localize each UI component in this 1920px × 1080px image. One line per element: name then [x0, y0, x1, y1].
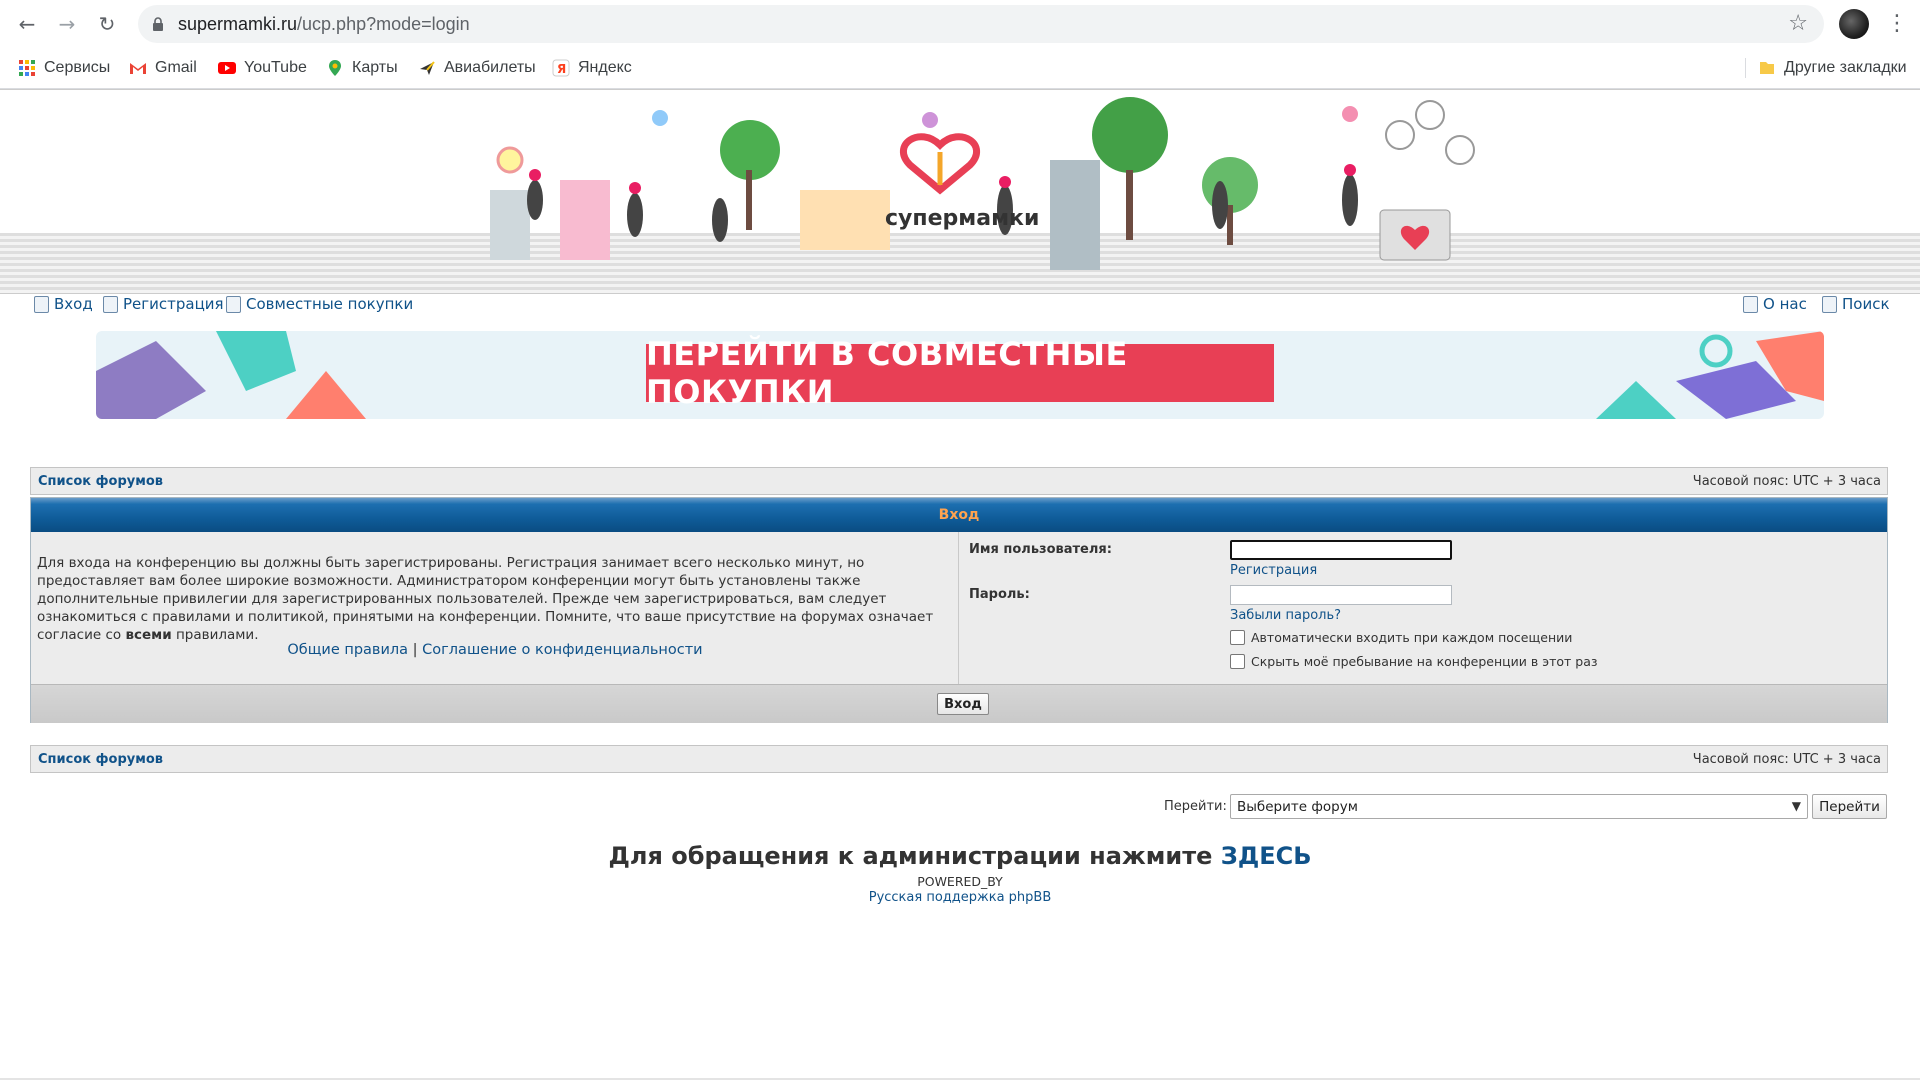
general-rules-link[interactable]: Общие правила — [287, 642, 408, 658]
login-icon — [34, 295, 49, 313]
bookmark-yandex[interactable]: Я Яндекс — [552, 56, 632, 80]
svg-text:супермамки: супермамки — [885, 206, 1039, 231]
privacy-link[interactable]: Соглашение о конфиденциальности — [422, 642, 702, 658]
username-input[interactable] — [1230, 540, 1452, 560]
search-icon — [1822, 295, 1837, 313]
forward-icon[interactable]: → — [54, 11, 80, 37]
apps-grid-icon — [19, 60, 35, 76]
lock-icon — [153, 17, 163, 31]
nav-search-link[interactable]: Поиск — [1822, 295, 1890, 313]
airplane-icon — [420, 61, 435, 75]
dollar-icon — [226, 295, 241, 313]
register-link[interactable]: Регистрация — [1230, 563, 1317, 578]
breadcrumb-forum-list[interactable]: Список форумов — [38, 474, 163, 489]
page: супермамки Вход Регистрация Совместные п… — [0, 89, 1920, 1080]
info-icon — [1743, 295, 1758, 313]
bookmark-other-folder[interactable]: Другие закладки — [1758, 56, 1907, 80]
bookmark-youtube[interactable]: YouTube — [218, 56, 307, 80]
timezone-text-bottom: Часовой пояс: UTC + 3 часа — [1692, 752, 1881, 767]
bookmark-gmail[interactable]: Gmail — [129, 56, 197, 80]
login-form-cell: Имя пользователя: Регистрация Пароль: За… — [959, 532, 1887, 684]
promo-group-buy-button[interactable]: ПЕРЕЙТИ В СОВМЕСТНЫЕ ПОКУПКИ — [646, 335, 1274, 411]
register-check-icon — [103, 295, 118, 313]
reload-icon[interactable]: ↻ — [94, 11, 120, 37]
back-icon[interactable]: ← — [14, 11, 40, 37]
contact-admin-link[interactable]: ЗДЕСЬ — [1221, 842, 1312, 870]
yandex-icon: Я — [552, 59, 570, 77]
bookmark-flights[interactable]: Авиабилеты — [418, 56, 536, 80]
bookmarks-bar: Сервисы Gmail YouTube Карты Авиабилеты Я — [0, 48, 1920, 89]
login-panel: Вход Для входа на конференцию вы должны … — [30, 497, 1888, 723]
jump-label: Перейти: — [1164, 799, 1227, 814]
maps-pin-icon — [329, 60, 341, 76]
address-bar[interactable]: supermamki.ru/ucp.php?mode=login ☆ — [138, 5, 1824, 43]
bookmark-services[interactable]: Сервисы — [18, 56, 110, 80]
login-intro-text: Для входа на конференцию вы должны быть … — [37, 555, 934, 643]
forgot-password-link[interactable]: Забыли пароль? — [1230, 608, 1341, 623]
bookmark-maps[interactable]: Карты — [326, 56, 398, 80]
jump-go-button[interactable]: Перейти — [1812, 794, 1887, 819]
browser-toolbar: ← → ↻ supermamki.ru/ucp.php?mode=login ☆… — [0, 0, 1920, 48]
login-intro-cell: Для входа на конференцию вы должны быть … — [31, 532, 959, 684]
login-panel-footer: Вход — [31, 684, 1887, 723]
password-input[interactable] — [1230, 585, 1452, 605]
timezone-text: Часовой пояс: UTC + 3 часа — [1692, 474, 1881, 489]
breadcrumb-bottom: Список форумов Часовой пояс: UTC + 3 час… — [30, 745, 1888, 773]
chevron-down-icon: ▼ — [1791, 799, 1801, 813]
contact-admin-text: Для обращения к администрации нажмите ЗД… — [608, 842, 1312, 870]
phpbb-support-link[interactable]: Русская поддержка phpBB — [0, 890, 1920, 905]
profile-avatar[interactable] — [1839, 9, 1869, 39]
hide-online-option[interactable]: Скрыть моё пребывание на конференции в э… — [1230, 654, 1598, 669]
site-header-banner[interactable]: супермамки — [0, 89, 1920, 294]
bookmark-star-icon[interactable]: ☆ — [1788, 11, 1808, 36]
banner-illustration: супермамки — [490, 97, 1475, 270]
folder-icon — [1760, 62, 1774, 74]
autologin-checkbox[interactable] — [1230, 630, 1245, 645]
url-text[interactable]: supermamki.ru/ucp.php?mode=login — [178, 14, 470, 35]
svg-text:Я: Я — [557, 62, 566, 76]
breadcrumb-forum-list-bottom[interactable]: Список форумов — [38, 752, 163, 767]
bookmarks-separator — [1745, 58, 1746, 78]
username-label: Имя пользователя: — [969, 542, 1112, 557]
rules-links: Общие правила | Соглашение о конфиденциа… — [287, 642, 703, 658]
youtube-icon — [218, 62, 236, 74]
promo-banner[interactable]: ПЕРЕЙТИ В СОВМЕСТНЫЕ ПОКУПКИ — [96, 331, 1824, 419]
nav-login-link[interactable]: Вход — [34, 295, 93, 313]
powered-by-text: POWERED_BY — [917, 874, 1003, 889]
nav-group-buy-link[interactable]: Совместные покупки — [226, 295, 413, 313]
autologin-option[interactable]: Автоматически входить при каждом посещен… — [1230, 630, 1572, 645]
login-panel-title: Вход — [31, 498, 1887, 532]
breadcrumb-top: Список форумов Часовой пояс: UTC + 3 час… — [30, 467, 1888, 495]
nav-about-link[interactable]: О нас — [1743, 295, 1807, 313]
menu-kebab-icon[interactable]: ⋮ — [1886, 10, 1908, 38]
gmail-icon — [130, 63, 146, 74]
hide-online-checkbox[interactable] — [1230, 654, 1245, 669]
forum-select[interactable]: Выберите форум ▼ — [1230, 794, 1808, 819]
nav-register-link[interactable]: Регистрация — [103, 295, 224, 313]
password-label: Пароль: — [969, 587, 1030, 602]
login-submit-button[interactable]: Вход — [937, 693, 989, 715]
